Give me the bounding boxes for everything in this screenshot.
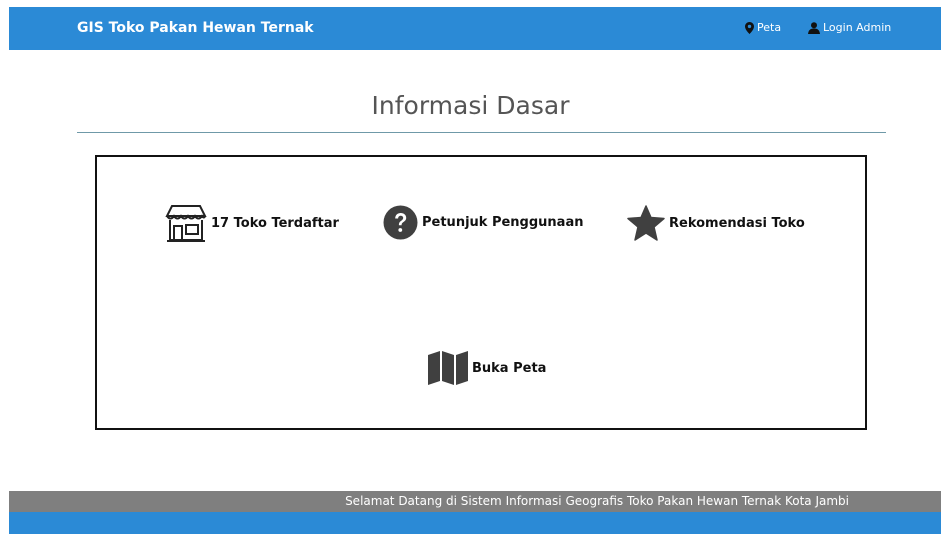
feature-toko-label: 17 Toko Terdaftar xyxy=(211,215,339,231)
feature-rekomendasi-toko[interactable]: Rekomendasi Toko xyxy=(627,205,805,241)
nav-link-peta[interactable]: Peta xyxy=(745,21,781,34)
page-title: Informasi Dasar xyxy=(371,91,570,120)
feature-petunjuk-label: Petunjuk Penggunaan xyxy=(422,215,584,230)
store-icon xyxy=(165,204,207,242)
feature-petunjuk-penggunaan[interactable]: Petunjuk Penggunaan xyxy=(383,205,583,240)
feature-toko-terdaftar[interactable]: 17 Toko Terdaftar xyxy=(165,204,339,242)
feature-buka-peta[interactable]: Buka Peta xyxy=(428,351,546,385)
nav-link-login-label: Login Admin xyxy=(823,21,892,34)
map-marker-icon xyxy=(745,21,754,34)
nav-link-login-admin[interactable]: Login Admin xyxy=(808,21,891,34)
feature-peta-label: Buka Peta xyxy=(472,360,547,376)
nav-link-peta-label: Peta xyxy=(757,21,782,34)
feature-rekomendasi-label: Rekomendasi Toko xyxy=(669,215,805,231)
star-icon xyxy=(627,205,665,241)
map-icon xyxy=(428,351,468,385)
footer-bar xyxy=(9,512,941,534)
question-circle-icon xyxy=(383,205,418,240)
footer-marquee: Selamat Datang di Sistem Informasi Geogr… xyxy=(9,491,941,512)
top-navbar: GIS Toko Pakan Hewan Ternak Peta Login A… xyxy=(9,7,941,50)
info-panel: 17 Toko Terdaftar Petunjuk Penggunaan Re… xyxy=(95,155,867,430)
brand-link[interactable]: GIS Toko Pakan Hewan Ternak xyxy=(77,20,314,36)
title-divider xyxy=(77,132,886,133)
user-icon xyxy=(808,21,820,34)
footer-welcome-text: Selamat Datang di Sistem Informasi Geogr… xyxy=(345,494,849,508)
